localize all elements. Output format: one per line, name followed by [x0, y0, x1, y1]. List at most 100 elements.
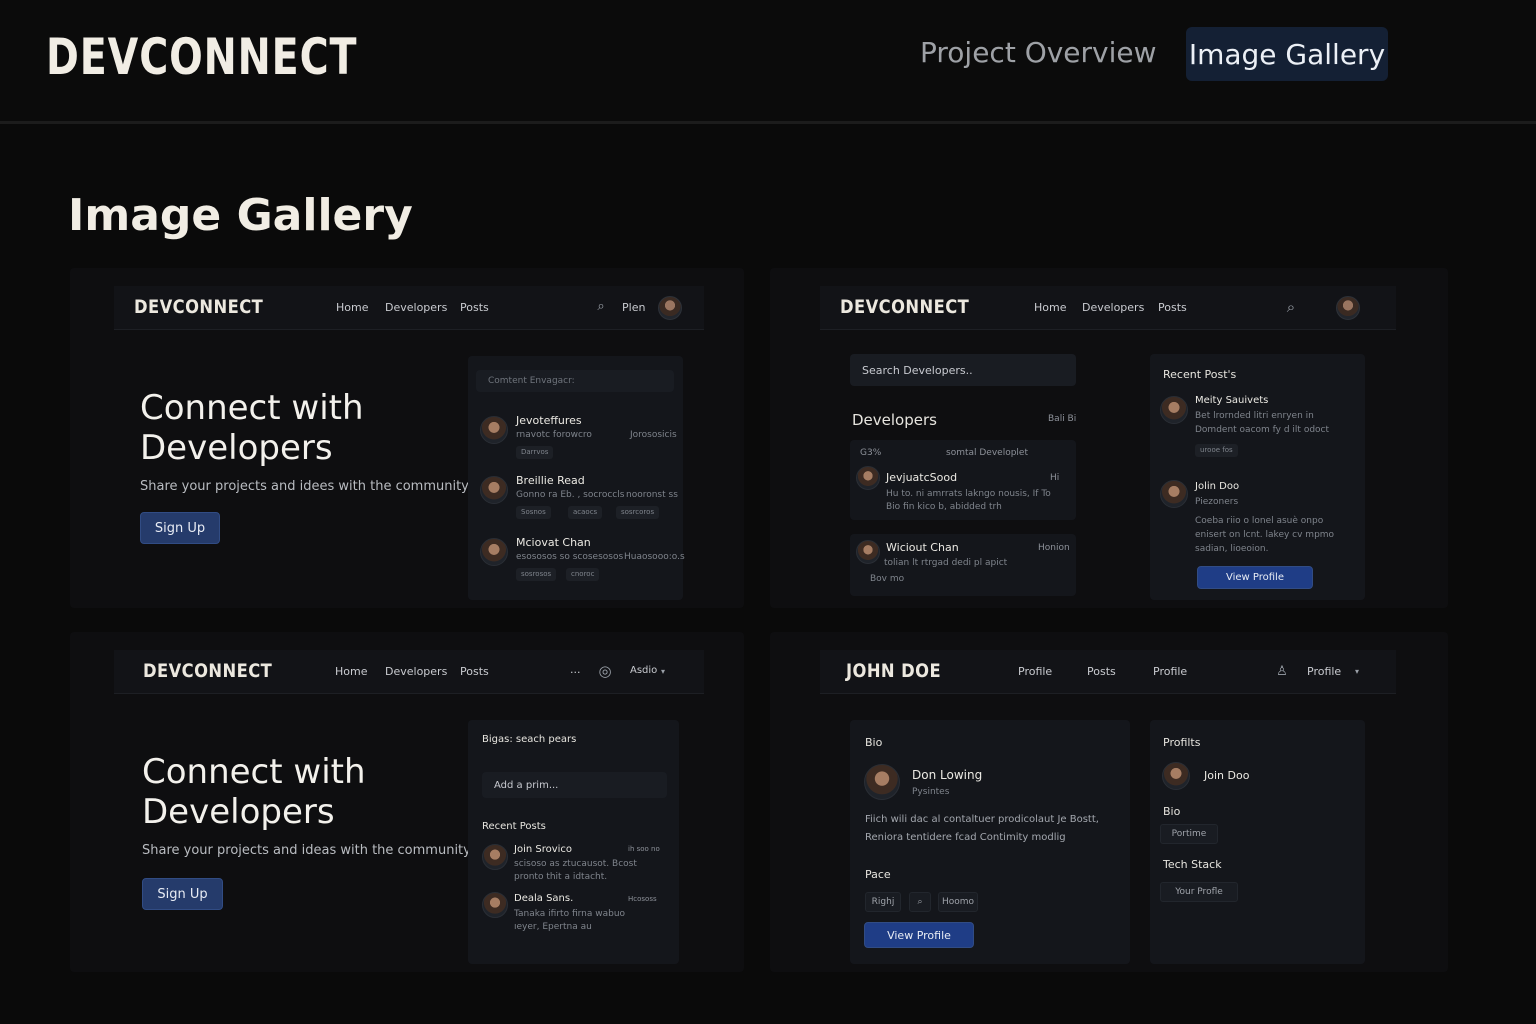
avatar: [480, 476, 508, 504]
tag: acaocs: [568, 506, 603, 519]
profiles-title: Profilts: [1163, 736, 1201, 749]
recent-posts-panel: Bigas: seach pears Add a prim... Recent …: [468, 720, 679, 964]
row-sub: Gonno ra Eb. , socroccls: [516, 490, 625, 500]
hero-title-line-1: Connect with: [142, 752, 366, 792]
developer-row-panel: Wiciout Chan Honion tolian lt rtrgad ded…: [850, 534, 1076, 596]
user-icon: ◎: [598, 662, 612, 680]
mock-navbar: JOHN DOE Profile Posts Profile ♙ Profile…: [820, 650, 1396, 694]
post-line: Coeba riio o lonel asuè onpo: [1195, 516, 1324, 526]
chevron-down-icon: ▾: [1354, 667, 1359, 676]
page-title: Image Gallery: [68, 190, 413, 241]
avatar: [480, 538, 508, 566]
gallery-image-1[interactable]: DEVCONNECT Home Developers Posts ⌕ Plen …: [70, 268, 744, 608]
row-name: Wiciout Chan: [886, 541, 959, 554]
avatar: [658, 296, 682, 320]
hero-text: Share your projects and idees with the c…: [140, 479, 472, 494]
view-profile-button: View Profile: [1197, 566, 1313, 589]
tag: Sosnos: [516, 506, 551, 519]
post-author: Meity Sauivets: [1195, 395, 1269, 406]
mock-navbar: DEVCONNECT Home Developers Posts ⌕: [820, 286, 1396, 330]
tab-image-gallery[interactable]: Image Gallery: [1186, 27, 1388, 81]
mock-nav-home: Home: [1034, 301, 1067, 314]
post-author: Deala Sans.: [514, 893, 574, 904]
mock-user-menu: Profile: [1307, 665, 1342, 678]
sign-up-button: Sign Up: [140, 512, 220, 544]
gallery-image-4[interactable]: JOHN DOE Profile Posts Profile ♙ Profile…: [770, 632, 1448, 972]
mock-nav-profile: Profile: [1018, 665, 1053, 678]
developers-heading: Developers: [852, 411, 937, 429]
bio-line: Reniora tentidere fcad Contimity modlig: [865, 832, 1066, 843]
chevron-down-icon: ▾: [660, 667, 665, 676]
tag: sosrcoros: [616, 506, 660, 519]
avatar: [482, 892, 508, 918]
bio-title: Bio: [865, 736, 883, 749]
post-line: sadian, lioeoion.: [1195, 544, 1269, 554]
mock-nav-posts: Posts: [460, 665, 489, 678]
row-right: Jorososicis: [630, 430, 677, 440]
post-line: scisoso as ztucausot. Bcost: [514, 859, 637, 869]
post-author: Jolin Doo: [1195, 481, 1240, 492]
tag: Darrvos: [516, 446, 554, 459]
mock-nav-posts: Posts: [1158, 301, 1187, 314]
pace-tag: Hoomo: [938, 892, 978, 912]
developer-list-panel: Comtent Envagacr: Jevoteffures rnavotc f…: [468, 356, 685, 600]
avatar: [1162, 762, 1190, 790]
search-icon: ⌕: [597, 299, 605, 314]
post-line: Domdent oacom fy d ilt odoct: [1195, 425, 1330, 435]
mock-brand: DEVCONNECT: [840, 296, 970, 318]
side-bio-label: Bio: [1163, 805, 1181, 818]
view-profile-button: View Profile: [864, 922, 974, 948]
person-role: Pysintes: [912, 787, 950, 797]
gallery-image-3[interactable]: DEVCONNECT Home Developers Posts ... ◎ A…: [70, 632, 744, 972]
mock-nav-posts: Posts: [460, 301, 489, 314]
row-name: Breillie Read: [516, 474, 585, 487]
developers-right-label: Bali Bi: [1048, 414, 1077, 424]
person-name: Don Lowing: [912, 768, 983, 782]
post-meta: ih soo no: [628, 845, 660, 853]
mock-nav-developers: Developers: [1082, 301, 1145, 314]
search-developers-input: Search Developers..: [850, 354, 1076, 386]
post-role: Piezoners: [1195, 497, 1239, 507]
mock-brand: JOHN DOE: [846, 660, 942, 682]
tag: sosrosos: [516, 568, 557, 581]
avatar: [482, 844, 508, 870]
mock-navbar: DEVCONNECT Home Developers Posts ⌕ Plen: [114, 286, 704, 330]
row-name: JevjuatcSood: [886, 471, 958, 484]
mock-nav-home: Home: [335, 665, 368, 678]
row-name: Mciovat Chan: [516, 536, 591, 549]
profile-name: Join Doo: [1204, 769, 1250, 782]
gallery-image-2[interactable]: DEVCONNECT Home Developers Posts ⌕ Searc…: [770, 268, 1448, 608]
recent-posts-title: Recent Posts: [482, 821, 546, 832]
pace-title: Pace: [865, 868, 891, 881]
hero-title-line-1: Connect with: [140, 388, 364, 428]
tab-project-overview[interactable]: Project Overview: [920, 36, 1157, 69]
post-line: Bet lrornded litri enryen in: [1195, 411, 1314, 421]
mock-brand: DEVCONNECT: [134, 296, 264, 318]
panel-title: Bigas: seach pears: [482, 734, 577, 745]
comment-input: Comtent Envagacr:: [476, 370, 674, 392]
stat-label: somtal Developlet: [946, 448, 1028, 458]
row-line: tolian lt rtrgad dedi pl apict: [884, 558, 1008, 568]
post-author: Join Srovico: [514, 844, 573, 855]
side-stack-tag: Your Profle: [1160, 882, 1238, 902]
mock-nav-developers: Developers: [385, 665, 448, 678]
profile-side-panel: Profilts Join Doo Bio Portime Tech Stack…: [1150, 720, 1365, 964]
row-line: Bio fin kico b, abidded trh: [886, 502, 1002, 512]
mock-brand: DEVCONNECT: [143, 660, 273, 682]
add-post-input: Add a prim...: [482, 772, 667, 798]
row-right: Hi: [1050, 473, 1060, 483]
mock-nav-home: Home: [336, 301, 369, 314]
mock-nav-developers: Developers: [385, 301, 448, 314]
bio-line: Fiich wili dac al contaltuer prodicolaut…: [865, 814, 1099, 825]
row-right: Huaosooo:o.s: [624, 552, 685, 562]
recent-posts-panel: Recent Post's Meity Sauivets Bet lrornde…: [1150, 354, 1365, 600]
hero-title-line-2: Developers: [140, 428, 333, 468]
mock-nav-posts: Posts: [1087, 665, 1116, 678]
post-line: enisert on lcnt. lakey cv mpmo: [1195, 530, 1335, 540]
post-meta: Hcososs: [628, 895, 657, 903]
hero-title-line-2: Developers: [142, 792, 335, 832]
stat-value: G3%: [860, 448, 882, 458]
mock-navbar: DEVCONNECT Home Developers Posts ... ◎ A…: [114, 650, 704, 694]
post-line: Tanaka ifirto firna wabuo: [514, 909, 626, 919]
brand-logo[interactable]: DEVCONNECT: [46, 28, 357, 86]
